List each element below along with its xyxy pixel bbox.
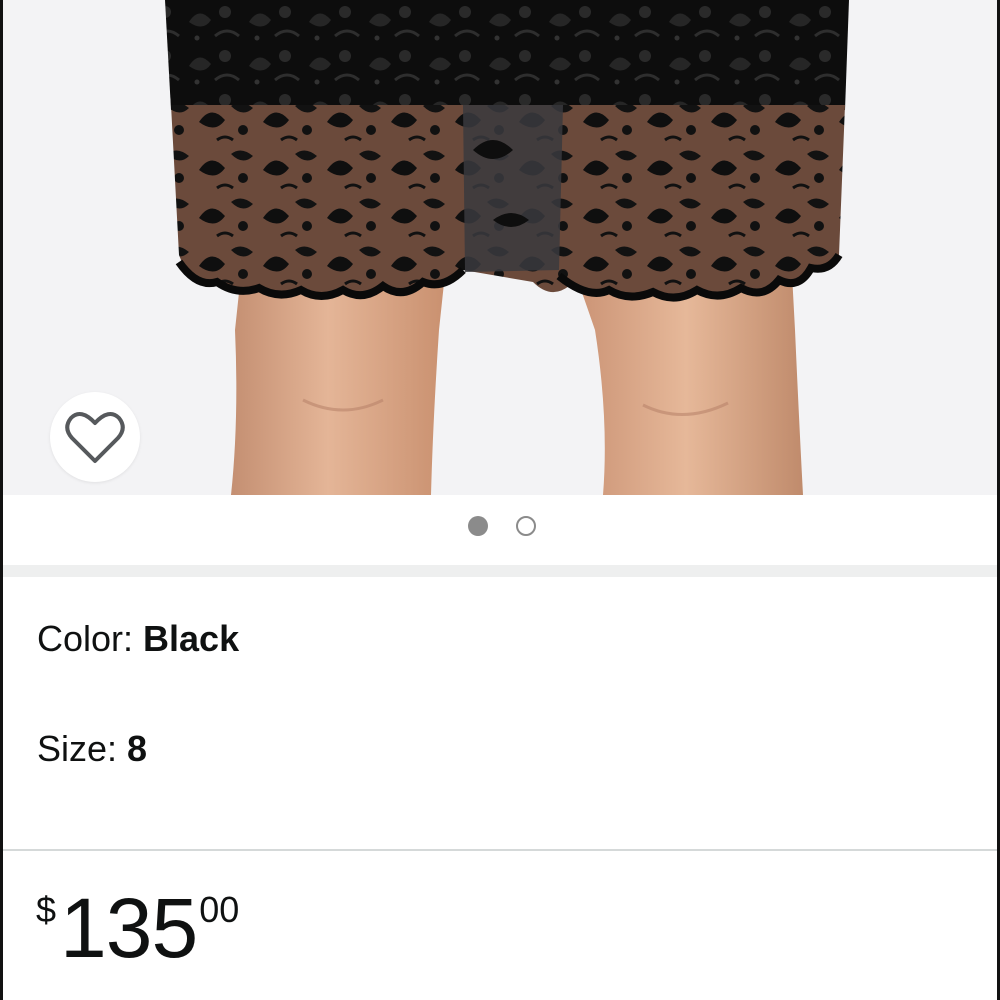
carousel-dot-2[interactable] — [516, 516, 536, 536]
product-image-gallery[interactable] — [3, 0, 997, 495]
price-fraction: 00 — [199, 889, 240, 930]
size-value: 8 — [127, 728, 148, 769]
price: $ 135 00 — [36, 880, 239, 976]
heart-outline-icon — [65, 412, 125, 463]
product-photo[interactable] — [3, 0, 997, 495]
wishlist-button[interactable] — [50, 392, 140, 482]
price-currency-symbol: $ — [36, 889, 57, 930]
carousel-dot-1[interactable] — [468, 516, 488, 536]
color-value: Black — [143, 618, 240, 659]
color-label: Color: — [37, 618, 144, 659]
section-separator — [3, 565, 997, 577]
divider — [3, 849, 997, 851]
price-whole: 135 — [60, 881, 198, 975]
frame-border-left — [0, 0, 3, 1000]
product-detail-page: Color: Black Size: 8 $ 135 00 — [0, 0, 1000, 1000]
size-label: Size: — [37, 728, 128, 769]
color-variation: Color: Black — [37, 619, 239, 659]
size-variation: Size: 8 — [37, 729, 147, 769]
carousel-indicator — [0, 516, 1000, 536]
